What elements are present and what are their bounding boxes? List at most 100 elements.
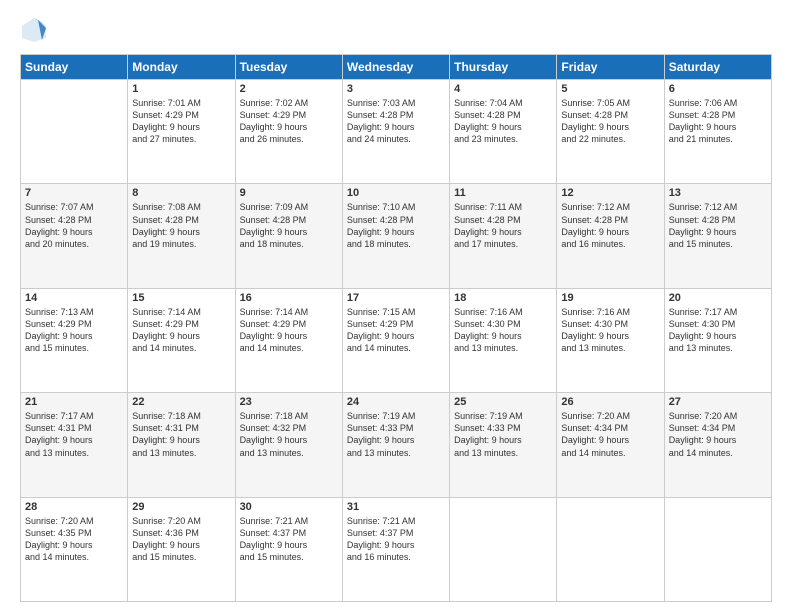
day-number: 26 <box>561 396 659 408</box>
day-number: 21 <box>25 396 123 408</box>
cell-content: Sunrise: 7:20 AMSunset: 4:35 PMDaylight:… <box>25 515 123 564</box>
cell-content: Sunrise: 7:15 AMSunset: 4:29 PMDaylight:… <box>347 306 445 355</box>
calendar-cell: 24 Sunrise: 7:19 AMSunset: 4:33 PMDayligh… <box>342 393 449 497</box>
calendar-cell <box>557 497 664 601</box>
day-number: 29 <box>132 501 230 513</box>
cell-content: Sunrise: 7:19 AMSunset: 4:33 PMDaylight:… <box>347 410 445 459</box>
cell-content: Sunrise: 7:14 AMSunset: 4:29 PMDaylight:… <box>132 306 230 355</box>
cell-content: Sunrise: 7:11 AMSunset: 4:28 PMDaylight:… <box>454 201 552 250</box>
col-header-sunday: Sunday <box>21 55 128 80</box>
calendar-cell: 30Sunrise: 7:21 AMSunset: 4:37 PMDayligh… <box>235 497 342 601</box>
cell-content: Sunrise: 7:16 AMSunset: 4:30 PMDaylight:… <box>561 306 659 355</box>
day-number: 12 <box>561 187 659 199</box>
day-number: 11 <box>454 187 552 199</box>
calendar-cell: 4 Sunrise: 7:04 AMSunset: 4:28 PMDaylight… <box>450 80 557 184</box>
cell-content: Sunrise: 7:03 AMSunset: 4:28 PMDaylight:… <box>347 97 445 146</box>
cell-content: Sunrise: 7:18 AMSunset: 4:32 PMDaylight:… <box>240 410 338 459</box>
day-number: 3 <box>347 83 445 95</box>
day-number: 28 <box>25 501 123 513</box>
cell-content: Sunrise: 7:08 AMSunset: 4:28 PMDaylight:… <box>132 201 230 250</box>
calendar-cell: 21 Sunrise: 7:17 AMSunset: 4:31 PMDayligh… <box>21 393 128 497</box>
cell-content: Sunrise: 7:09 AMSunset: 4:28 PMDaylight:… <box>240 201 338 250</box>
cell-content: Sunrise: 7:12 AMSunset: 4:28 PMDaylight:… <box>561 201 659 250</box>
cell-content: Sunrise: 7:20 AMSunset: 4:34 PMDaylight:… <box>669 410 767 459</box>
cell-content: Sunrise: 7:18 AMSunset: 4:31 PMDaylight:… <box>132 410 230 459</box>
calendar-cell: 3 Sunrise: 7:03 AMSunset: 4:28 PMDaylight… <box>342 80 449 184</box>
col-header-friday: Friday <box>557 55 664 80</box>
day-number: 4 <box>454 83 552 95</box>
calendar-cell: 19 Sunrise: 7:16 AMSunset: 4:30 PMDayligh… <box>557 288 664 392</box>
col-header-thursday: Thursday <box>450 55 557 80</box>
day-number: 14 <box>25 292 123 304</box>
calendar-cell: 15 Sunrise: 7:14 AMSunset: 4:29 PMDayligh… <box>128 288 235 392</box>
logo <box>20 16 52 44</box>
calendar-week-4: 21 Sunrise: 7:17 AMSunset: 4:31 PMDayligh… <box>21 393 772 497</box>
day-number: 17 <box>347 292 445 304</box>
day-number: 27 <box>669 396 767 408</box>
day-number: 31 <box>347 501 445 513</box>
cell-content: Sunrise: 7:02 AMSunset: 4:29 PMDaylight:… <box>240 97 338 146</box>
calendar-cell <box>450 497 557 601</box>
cell-content: Sunrise: 7:17 AMSunset: 4:31 PMDaylight:… <box>25 410 123 459</box>
calendar-cell: 10Sunrise: 7:10 AMSunset: 4:28 PMDayligh… <box>342 184 449 288</box>
col-header-monday: Monday <box>128 55 235 80</box>
calendar-cell: 14 Sunrise: 7:13 AMSunset: 4:29 PMDayligh… <box>21 288 128 392</box>
calendar-cell: 26 Sunrise: 7:20 AMSunset: 4:34 PMDayligh… <box>557 393 664 497</box>
calendar-cell: 31 Sunrise: 7:21 AMSunset: 4:37 PMDayligh… <box>342 497 449 601</box>
logo-icon <box>20 16 48 44</box>
cell-content: Sunrise: 7:14 AMSunset: 4:29 PMDaylight:… <box>240 306 338 355</box>
calendar-cell: 27 Sunrise: 7:20 AMSunset: 4:34 PMDayligh… <box>664 393 771 497</box>
calendar-cell: 17 Sunrise: 7:15 AMSunset: 4:29 PMDayligh… <box>342 288 449 392</box>
day-number: 16 <box>240 292 338 304</box>
col-header-saturday: Saturday <box>664 55 771 80</box>
day-number: 19 <box>561 292 659 304</box>
cell-content: Sunrise: 7:21 AMSunset: 4:37 PMDaylight:… <box>240 515 338 564</box>
calendar-cell <box>664 497 771 601</box>
day-number: 20 <box>669 292 767 304</box>
day-number: 8 <box>132 187 230 199</box>
cell-content: Sunrise: 7:06 AMSunset: 4:28 PMDaylight:… <box>669 97 767 146</box>
cell-content: Sunrise: 7:20 AMSunset: 4:34 PMDaylight:… <box>561 410 659 459</box>
calendar-cell: 22Sunrise: 7:18 AMSunset: 4:31 PMDayligh… <box>128 393 235 497</box>
page: SundayMondayTuesdayWednesdayThursdayFrid… <box>0 0 792 612</box>
calendar-cell: 1Sunrise: 7:01 AMSunset: 4:29 PMDaylight… <box>128 80 235 184</box>
calendar-cell: 25Sunrise: 7:19 AMSunset: 4:33 PMDayligh… <box>450 393 557 497</box>
calendar-cell: 12 Sunrise: 7:12 AMSunset: 4:28 PMDayligh… <box>557 184 664 288</box>
calendar-cell: 28 Sunrise: 7:20 AMSunset: 4:35 PMDayligh… <box>21 497 128 601</box>
calendar-cell: 11 Sunrise: 7:11 AMSunset: 4:28 PMDayligh… <box>450 184 557 288</box>
calendar-cell: 7 Sunrise: 7:07 AMSunset: 4:28 PMDaylight… <box>21 184 128 288</box>
cell-content: Sunrise: 7:16 AMSunset: 4:30 PMDaylight:… <box>454 306 552 355</box>
day-number: 6 <box>669 83 767 95</box>
calendar-cell: 13Sunrise: 7:12 AMSunset: 4:28 PMDayligh… <box>664 184 771 288</box>
day-number: 5 <box>561 83 659 95</box>
calendar-cell: 9Sunrise: 7:09 AMSunset: 4:28 PMDaylight… <box>235 184 342 288</box>
cell-content: Sunrise: 7:21 AMSunset: 4:37 PMDaylight:… <box>347 515 445 564</box>
day-number: 7 <box>25 187 123 199</box>
calendar-cell: 8 Sunrise: 7:08 AMSunset: 4:28 PMDaylight… <box>128 184 235 288</box>
calendar-cell <box>21 80 128 184</box>
calendar-cell: 18Sunrise: 7:16 AMSunset: 4:30 PMDayligh… <box>450 288 557 392</box>
calendar-cell: 23 Sunrise: 7:18 AMSunset: 4:32 PMDayligh… <box>235 393 342 497</box>
calendar-week-5: 28 Sunrise: 7:20 AMSunset: 4:35 PMDayligh… <box>21 497 772 601</box>
cell-content: Sunrise: 7:04 AMSunset: 4:28 PMDaylight:… <box>454 97 552 146</box>
header <box>20 16 772 44</box>
calendar-cell: 5 Sunrise: 7:05 AMSunset: 4:28 PMDaylight… <box>557 80 664 184</box>
cell-content: Sunrise: 7:19 AMSunset: 4:33 PMDaylight:… <box>454 410 552 459</box>
day-number: 15 <box>132 292 230 304</box>
cell-content: Sunrise: 7:05 AMSunset: 4:28 PMDaylight:… <box>561 97 659 146</box>
day-number: 10 <box>347 187 445 199</box>
calendar-header-row: SundayMondayTuesdayWednesdayThursdayFrid… <box>21 55 772 80</box>
calendar-cell: 6 Sunrise: 7:06 AMSunset: 4:28 PMDaylight… <box>664 80 771 184</box>
calendar-week-2: 7 Sunrise: 7:07 AMSunset: 4:28 PMDaylight… <box>21 184 772 288</box>
calendar-cell: 2Sunrise: 7:02 AMSunset: 4:29 PMDaylight… <box>235 80 342 184</box>
day-number: 23 <box>240 396 338 408</box>
day-number: 24 <box>347 396 445 408</box>
day-number: 13 <box>669 187 767 199</box>
cell-content: Sunrise: 7:07 AMSunset: 4:28 PMDaylight:… <box>25 201 123 250</box>
calendar-week-3: 14 Sunrise: 7:13 AMSunset: 4:29 PMDayligh… <box>21 288 772 392</box>
calendar-cell: 29Sunrise: 7:20 AMSunset: 4:36 PMDayligh… <box>128 497 235 601</box>
cell-content: Sunrise: 7:01 AMSunset: 4:29 PMDaylight:… <box>132 97 230 146</box>
col-header-wednesday: Wednesday <box>342 55 449 80</box>
calendar-cell: 20Sunrise: 7:17 AMSunset: 4:30 PMDayligh… <box>664 288 771 392</box>
cell-content: Sunrise: 7:13 AMSunset: 4:29 PMDaylight:… <box>25 306 123 355</box>
